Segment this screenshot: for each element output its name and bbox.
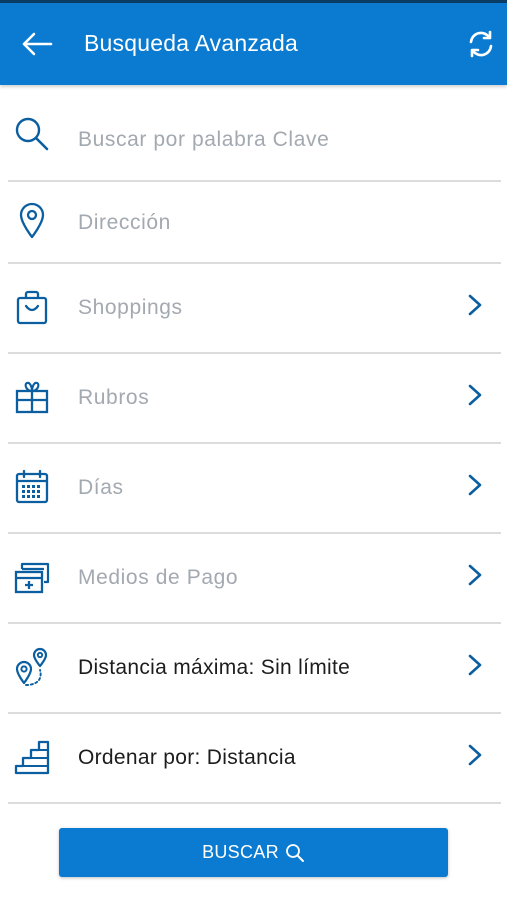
- filter-ordenar[interactable]: Ordenar por: Distancia: [0, 714, 507, 802]
- chevron-right-icon: [462, 742, 488, 768]
- search-icon: [12, 114, 52, 154]
- arrow-left-icon: [21, 32, 53, 56]
- filter-label: Distancia máxima: Sin límite: [78, 656, 351, 679]
- cards-icon: [12, 557, 52, 597]
- address-placeholder: Dirección: [78, 211, 171, 234]
- stairs-icon: [12, 737, 52, 777]
- filter-distancia[interactable]: Distancia máxima: Sin límite: [0, 624, 507, 712]
- back-button[interactable]: [20, 27, 54, 61]
- filter-label: Días: [78, 476, 124, 499]
- calendar-icon: [12, 467, 52, 507]
- page-title: Busqueda Avanzada: [84, 30, 298, 56]
- filter-label: Rubros: [78, 386, 150, 409]
- divider: [8, 802, 501, 804]
- refresh-icon: [466, 29, 496, 59]
- chevron-right-icon: [462, 472, 488, 498]
- location-pin-icon: [12, 200, 52, 240]
- filter-medios-pago[interactable]: Medios de Pago: [0, 534, 507, 622]
- app-bar: Busqueda Avanzada: [0, 3, 507, 85]
- filter-shoppings[interactable]: Shoppings: [0, 264, 507, 352]
- search-button-label: BUSCAR: [202, 842, 279, 862]
- filter-dias[interactable]: Días: [0, 444, 507, 532]
- address-field[interactable]: Dirección: [0, 182, 507, 262]
- route-pins-icon: [12, 647, 52, 687]
- chevron-right-icon: [462, 292, 488, 318]
- filter-label: Medios de Pago: [78, 566, 239, 589]
- search-button[interactable]: BUSCAR: [59, 828, 448, 877]
- filter-rubros[interactable]: Rubros: [0, 354, 507, 442]
- filter-label: Ordenar por: Distancia: [78, 746, 296, 769]
- chevron-right-icon: [462, 562, 488, 588]
- keyword-placeholder: Buscar por palabra Clave: [78, 128, 330, 151]
- chevron-right-icon: [462, 652, 488, 678]
- search-icon: [285, 843, 305, 863]
- chevron-right-icon: [462, 382, 488, 408]
- filter-label: Shoppings: [78, 296, 183, 319]
- refresh-button[interactable]: [464, 27, 498, 61]
- shopping-bag-icon: [12, 287, 52, 327]
- gift-icon: [12, 377, 52, 417]
- keyword-search-field[interactable]: Buscar por palabra Clave: [0, 100, 507, 180]
